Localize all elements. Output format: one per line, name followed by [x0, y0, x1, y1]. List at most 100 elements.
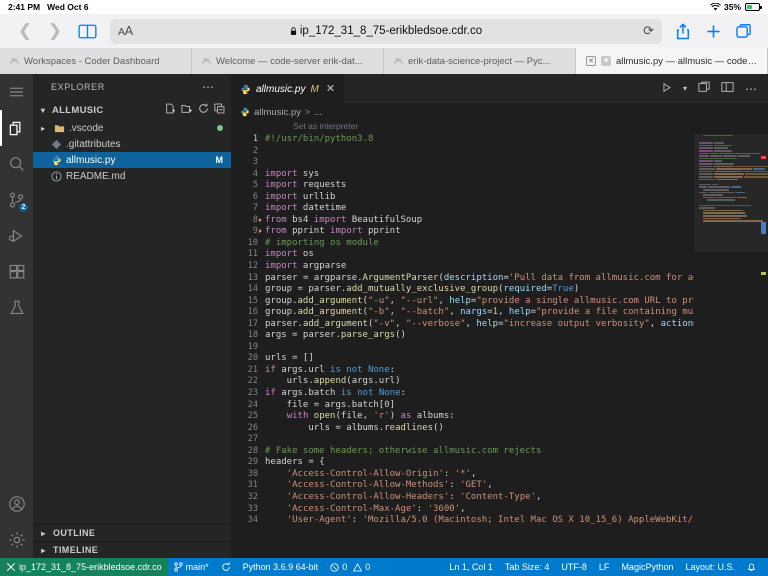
line-number: 4	[252, 168, 258, 179]
breadcrumb-file[interactable]: allmusic.py	[254, 107, 301, 118]
line-number: 16	[247, 307, 258, 318]
info-icon	[51, 170, 62, 182]
activity-search-icon[interactable]	[0, 146, 33, 182]
browser-forward-button[interactable]: ❯	[40, 18, 70, 44]
browser-tab-2[interactable]: erik-data-science-project — Pyc...	[384, 48, 576, 74]
activity-settings-gear-icon[interactable]	[0, 522, 33, 558]
chevron-down-icon[interactable]: ▾	[683, 84, 687, 93]
activity-run-debug-icon[interactable]	[0, 218, 33, 254]
code-line: 'Access-Control-Allow-Methods': 'GET',	[286, 480, 493, 491]
activity-source-control-icon[interactable]: 2	[0, 182, 33, 218]
status-tab-size[interactable]: Tab Size: 4	[499, 558, 556, 576]
new-file-icon[interactable]	[165, 103, 176, 117]
line-number: 21	[247, 364, 258, 375]
code-line: urls = albums.readlines()	[265, 422, 444, 433]
file-tree-item--vscode[interactable]: ▸ .vscode	[33, 120, 231, 136]
file-tree-item-readme-md[interactable]: README.md	[33, 168, 231, 184]
code-line: import urllib	[265, 191, 336, 202]
status-remote-host[interactable]: ip_172_31_8_75-erikbledsoe.cdr.co	[0, 558, 168, 576]
source-control-badge: 2	[18, 202, 29, 213]
address-bar[interactable]: AA ip_172_31_8_75-erikbledsoe.cdr.co ⟳	[110, 18, 662, 44]
browser-tab-title: Workspaces - Coder Dashboard	[24, 55, 160, 67]
line-number: 29	[247, 457, 258, 468]
editor-tab-allmusic[interactable]: allmusic.py M ✕	[231, 74, 346, 103]
collapse-all-icon[interactable]	[214, 103, 225, 117]
split-editor-icon[interactable]	[698, 80, 710, 98]
code-line: import argparse	[265, 261, 347, 272]
line-number: 6	[252, 191, 258, 202]
share-icon[interactable]	[668, 22, 698, 40]
minimap[interactable]	[694, 134, 768, 558]
line-number: 26	[247, 422, 258, 433]
browser-back-button[interactable]: ❮	[10, 18, 40, 44]
code-line: from bs4 import BeautifulSoup	[265, 214, 423, 225]
browser-tab-0[interactable]: Workspaces - Coder Dashboard	[0, 48, 192, 74]
battery-charging-icon	[745, 3, 762, 11]
file-tree-item-label: allmusic.py	[66, 154, 116, 166]
interpreter-hint[interactable]: Set as interpreter	[231, 121, 768, 134]
status-keyboard-layout[interactable]: Layout: U.S.	[679, 558, 741, 576]
code-line: from pprint import pprint	[265, 226, 401, 237]
reload-icon[interactable]: ⟳	[643, 23, 654, 39]
code-line: urls = []	[265, 353, 314, 364]
sidebar-panel-timeline[interactable]: ▸ TIMELINE	[33, 541, 231, 558]
refresh-icon[interactable]	[198, 103, 209, 117]
status-time: 2:41 PM	[8, 2, 41, 12]
file-tree-item-allmusic-py[interactable]: allmusic.py M	[33, 152, 231, 168]
activity-accounts-icon[interactable]	[0, 486, 33, 522]
status-notifications[interactable]	[741, 558, 762, 576]
browser-tab-1[interactable]: Welcome — code-server erik-dat...	[192, 48, 384, 74]
status-error-count: 0	[342, 562, 348, 572]
tab-overview-icon[interactable]	[728, 23, 758, 39]
activity-extensions-icon[interactable]	[0, 254, 33, 290]
new-tab-icon[interactable]	[698, 24, 728, 39]
text-size-button[interactable]: AA	[118, 24, 133, 38]
browser-tab-3[interactable]: ✕ ■ allmusic.py — allmusic — code-s...	[576, 48, 768, 74]
new-folder-icon[interactable]	[181, 103, 193, 117]
status-problems[interactable]: 0 0	[324, 558, 376, 576]
line-number: 15	[247, 295, 258, 306]
chevron-down-icon: ▾	[40, 105, 46, 115]
file-status-badge: M	[215, 155, 224, 165]
play-icon[interactable]	[661, 80, 672, 98]
status-date: Wed Oct 6	[47, 2, 89, 12]
status-remote-label: ip_172_31_8_75-erikbledsoe.cdr.co	[19, 562, 162, 572]
code-line: group.add_argument("-u", "--url", help="…	[265, 295, 694, 306]
line-number: 22	[247, 376, 258, 387]
status-eol[interactable]: LF	[593, 558, 616, 576]
breadcrumb-tail[interactable]: ...	[314, 107, 322, 118]
activity-explorer-icon[interactable]	[0, 110, 33, 146]
line-number: 8	[231, 215, 262, 227]
activity-testing-icon[interactable]	[0, 290, 33, 326]
status-sync[interactable]	[215, 558, 237, 576]
line-number: 14	[247, 284, 258, 295]
status-language-mode[interactable]: MagicPython	[615, 558, 679, 576]
editor-tab-dirty-badge: M	[310, 83, 319, 95]
tab-close-icon[interactable]: ✕	[586, 56, 596, 66]
coder-favicon	[202, 57, 211, 64]
folder-section-header[interactable]: ▾ ALLMUSIC	[33, 100, 231, 120]
line-number: 13	[247, 272, 258, 283]
file-tree-item-label: .vscode	[69, 122, 104, 134]
line-number: 5	[252, 180, 258, 191]
file-tree-item--gitattributes[interactable]: .gitattributes	[33, 136, 231, 152]
hamburger-menu-icon[interactable]	[0, 74, 33, 110]
chevron-right-icon[interactable]: ▸	[41, 124, 50, 133]
layout-panel-icon[interactable]	[721, 80, 734, 98]
status-encoding[interactable]: UTF-8	[555, 558, 593, 576]
code-line: if args.batch is not None:	[265, 388, 406, 399]
status-python-interpreter[interactable]: Python 3.6.9 64-bit	[237, 558, 325, 576]
close-icon[interactable]: ✕	[326, 83, 335, 95]
editor-scrollbar[interactable]	[758, 134, 768, 558]
code-content[interactable]: #!/usr/bin/python3.8 import sys import re…	[265, 134, 694, 558]
explorer-sidebar: EXPLORER ⋯ ▾ ALLMUSIC ▸ .vscode.gitattri…	[33, 74, 231, 558]
sidebar-panel-outline[interactable]: ▸ OUTLINE	[33, 524, 231, 541]
chevron-right-icon: ▸	[41, 528, 46, 538]
git-branch-icon	[173, 562, 183, 572]
line-number: 31	[247, 480, 258, 491]
status-git-branch[interactable]: main*	[168, 558, 215, 576]
status-cursor-position[interactable]: Ln 1, Col 1	[443, 558, 499, 576]
code-line: import os	[265, 249, 314, 260]
bookmarks-icon[interactable]	[70, 24, 104, 39]
